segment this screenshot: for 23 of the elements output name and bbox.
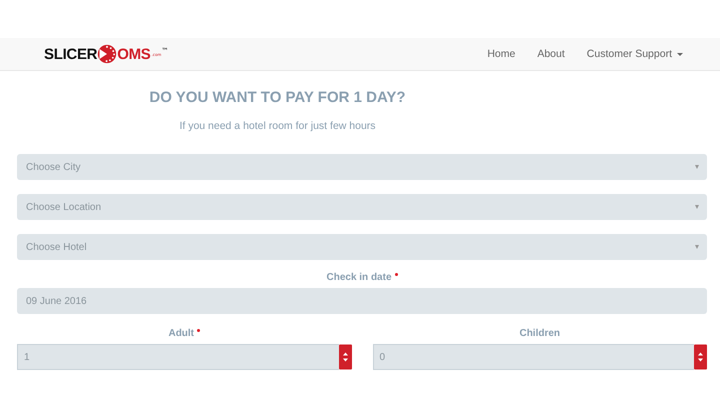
- page-heading: DO YOU WANT TO PAY FOR 1 DAY?: [148, 89, 407, 106]
- dropdown-field[interactable]: Choose Hotel: [17, 234, 707, 260]
- spinner-button[interactable]: [338, 344, 352, 370]
- number-field[interactable]: 0: [372, 344, 694, 370]
- nav-link[interactable]: Home: [487, 48, 516, 60]
- dropdown-field[interactable]: Choose City: [17, 154, 707, 180]
- number-field[interactable]: 1: [17, 344, 338, 370]
- logo-text: SLICER: [44, 46, 98, 62]
- nav-link[interactable]: About: [537, 48, 565, 60]
- dropdown-arrow-icon: [695, 165, 699, 169]
- field-label: Adult: [168, 328, 194, 339]
- field-label: Check in date: [326, 272, 392, 283]
- spinner-button[interactable]: [694, 344, 707, 370]
- dropdown-field[interactable]: Choose Location: [17, 194, 707, 220]
- page-subtitle: If you need a hotel room for just few hours: [178, 120, 377, 132]
- dropdown-arrow-icon: [695, 205, 699, 209]
- date-field[interactable]: 09 June 2016: [17, 288, 707, 314]
- clock-icon: [97, 44, 118, 64]
- logo-text: OMS: [117, 46, 150, 62]
- dropdown-arrow-icon: [695, 245, 699, 249]
- caret-icon: [677, 52, 683, 56]
- nav-link[interactable]: Customer Support: [586, 48, 683, 60]
- field-label: Children: [519, 328, 560, 339]
